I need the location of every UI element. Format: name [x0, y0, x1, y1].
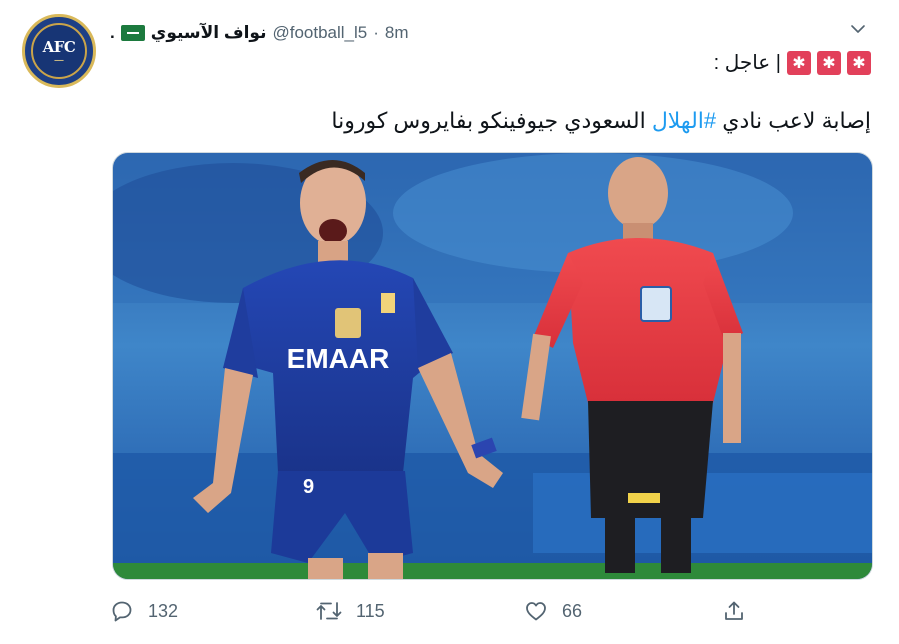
tweet-text-line-2: إصابة لاعب نادي #الهلال السعودي جيوفينكو…	[331, 108, 871, 134]
afc-logo-ribbon: ━━━	[54, 58, 64, 64]
tweet-photo[interactable]: EMAAR 9	[112, 152, 873, 580]
chevron-down-icon	[851, 25, 865, 33]
siren-icon: ✱	[817, 50, 841, 75]
breaking-label: | عاجل :	[713, 52, 781, 74]
author-name[interactable]: نواف الآسيوي	[151, 23, 267, 43]
retweet-button[interactable]: 115	[316, 596, 385, 626]
saudi-flag-icon	[120, 25, 145, 41]
reply-count: 132	[148, 600, 179, 621]
tweet-text-line-1: ✱ ✱ ✱ | عاجل :	[714, 50, 871, 75]
tweet-text-start: إصابة لاعب نادي	[716, 108, 871, 133]
more-options-button[interactable]	[847, 18, 869, 40]
tweet-header: . نواف الآسيوي @football_l5 · 8m	[110, 22, 409, 44]
tweet-actions: 132 115 66	[110, 596, 750, 626]
reply-icon	[112, 601, 132, 622]
tweet-timestamp[interactable]: 8m	[385, 23, 409, 43]
retweet-icon	[316, 602, 342, 620]
afc-logo-text: AFC	[42, 38, 76, 56]
shorts-number: 9	[303, 476, 314, 498]
separator-dot: ·	[373, 23, 379, 42]
share-icon	[725, 601, 743, 620]
author-handle[interactable]: @football_l5	[272, 23, 367, 43]
afc-logo: AFC ━━━	[31, 23, 87, 79]
share-button[interactable]	[722, 596, 746, 626]
siren-icon: ✱	[847, 50, 871, 75]
heart-icon	[526, 602, 546, 621]
tweet-card[interactable]: AFC ━━━ . نواف الآسيوي @football_l5 · 8m…	[0, 0, 899, 644]
hashtag-link[interactable]: #الهلال	[652, 108, 716, 133]
photo-illustration: EMAAR 9	[113, 153, 872, 579]
siren-icon: ✱	[787, 50, 811, 75]
reply-button[interactable]: 132	[110, 596, 178, 626]
tweet-text-end: السعودي جيوفينكو بفايروس كورونا	[331, 108, 652, 133]
avatar[interactable]: AFC ━━━	[22, 14, 96, 88]
jersey-sponsor: EMAAR	[287, 343, 390, 374]
like-count: 66	[562, 600, 583, 621]
like-button[interactable]: 66	[524, 596, 582, 626]
retweet-count: 115	[356, 600, 385, 621]
author-trailing-mark: .	[110, 23, 115, 42]
